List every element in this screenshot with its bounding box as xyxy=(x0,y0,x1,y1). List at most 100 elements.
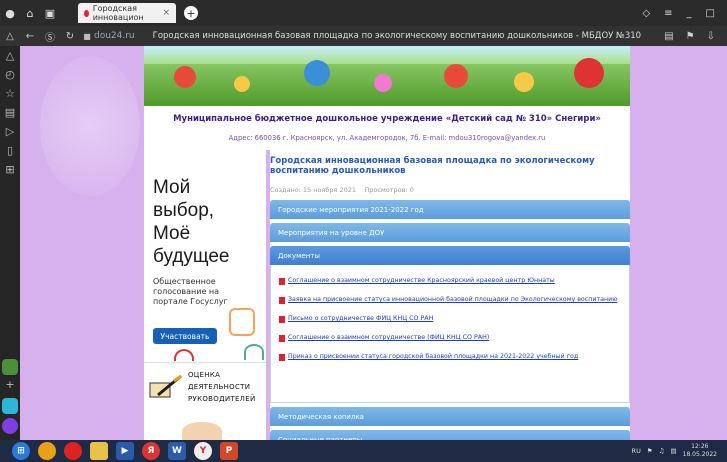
document-item: Соглашение о взаимном сотрудничестве (ФИ… xyxy=(279,334,621,342)
address-actions: ▤ ⚑ ⇩ xyxy=(664,31,727,42)
browser-tabbar: ● ⌂ ▣ Городская инновацион × + ◇ ≡ _ □ xyxy=(0,0,727,26)
alert-icon[interactable]: △ xyxy=(0,31,20,42)
document-link[interactable]: Соглашение о взаимном сотрудничестве Кра… xyxy=(288,277,555,285)
pdf-icon xyxy=(279,316,285,323)
promo-title-line: Мой xyxy=(153,177,191,198)
pdf-icon xyxy=(279,335,285,342)
document-item: Соглашение о взаимном сотрудничестве Кра… xyxy=(279,277,621,285)
eval-line: ДЕЯТЕЛЬНОСТИ xyxy=(188,383,251,391)
background-flower-decoration xyxy=(40,56,140,196)
document-link[interactable]: Приказ о присвоении статуса городской ба… xyxy=(288,353,578,361)
browser-sidebar: △ ◴ ☆ ▤ ▷ ▯ ⊞ + xyxy=(0,46,20,440)
history-icon[interactable]: ◴ xyxy=(5,65,15,84)
eval-line: РУКОВОДИТЕЛЕЙ xyxy=(188,395,256,403)
article-title[interactable]: Городская инновационная базовая площадка… xyxy=(270,156,630,176)
participate-button[interactable]: Участвовать xyxy=(153,328,217,344)
evaluation-text: ОЦЕНКА ДЕЯТЕЛЬНОСТИ РУКОВОДИТЕЛЕЙ xyxy=(188,369,256,405)
yandex-icon[interactable]: Ⓢ xyxy=(40,29,60,44)
add-app-icon[interactable]: + xyxy=(5,375,14,394)
lock-icon: ■ xyxy=(83,31,91,41)
notes-icon[interactable]: ▤ xyxy=(5,103,15,122)
chrome-icon[interactable] xyxy=(38,442,56,460)
accordion-partners[interactable]: Социальные партнеры xyxy=(270,430,630,440)
media-icon[interactable]: ▶ xyxy=(116,442,134,460)
network-icon[interactable]: ▤ xyxy=(670,447,676,455)
pdf-icon xyxy=(279,354,285,361)
url-page-title[interactable]: Городская инновационная базовая площадка… xyxy=(153,31,641,41)
app-purple-icon[interactable] xyxy=(2,418,18,434)
ballot-icon xyxy=(229,308,255,336)
accordion-dou-events[interactable]: Мероприятия на уровне ДОУ xyxy=(270,223,630,242)
site-banner xyxy=(144,46,630,106)
clock-time: 12:26 xyxy=(691,443,709,450)
org-name: Муниципальное бюджетное дошкольное учреж… xyxy=(173,114,601,124)
address-bar: △ ← Ⓢ ↻ ■ dou24.ru Городская инновационн… xyxy=(0,26,727,46)
reader-icon[interactable]: ▤ xyxy=(664,31,673,42)
yandex-browser-icon[interactable]: Я xyxy=(142,442,160,460)
menu-icon[interactable]: ≡ xyxy=(664,8,672,19)
clock-date: 18.05.2022 xyxy=(682,451,717,458)
promo-banner[interactable]: Мой выбор, Моё будущее xyxy=(153,176,266,268)
new-tab-button[interactable]: + xyxy=(184,6,198,20)
kids-image xyxy=(182,422,222,440)
flag-icon[interactable]: ⚑ xyxy=(647,447,653,455)
created-date: Создано: 15 ноября 2021 xyxy=(270,186,357,194)
minimize-button[interactable]: _ xyxy=(687,8,692,19)
evaluation-banner[interactable]: ОЦЕНКА ДЕЯТЕЛЬНОСТИ РУКОВОДИТЕЛЕЙ xyxy=(144,362,266,410)
profile-icon[interactable]: ● xyxy=(0,7,20,20)
volume-icon[interactable]: ♫ xyxy=(659,447,665,455)
opera-icon[interactable] xyxy=(64,442,82,460)
url-domain[interactable]: dou24.ru xyxy=(94,31,135,41)
clock[interactable]: 12:26 18.05.2022 xyxy=(683,443,717,459)
article: Городская инновационная базовая площадка… xyxy=(270,150,630,440)
person-icon xyxy=(244,344,264,360)
accordion: Городские мероприятия 2021-2022 год Меро… xyxy=(270,200,630,440)
eval-line: ОЦЕНКА xyxy=(188,371,221,379)
download-icon[interactable]: ⇩ xyxy=(707,31,715,42)
document-link[interactable]: Соглашение о взаимном сотрудничестве (ФИ… xyxy=(288,334,489,342)
article-meta: Создано: 15 ноября 2021 Просмотров: 0 xyxy=(270,186,630,194)
accordion-documents[interactable]: Документы xyxy=(270,246,630,265)
browser-tab[interactable]: Городская инновацион × xyxy=(78,3,176,23)
app-green-icon[interactable] xyxy=(2,359,18,375)
pdf-icon xyxy=(279,278,285,285)
close-tab-icon[interactable]: × xyxy=(162,8,170,18)
document-item: Приказ о присвоении статуса городской ба… xyxy=(279,353,621,361)
document-item: Заявка на присвоение статуса инновационн… xyxy=(279,296,621,304)
apps-icon[interactable]: ⊞ xyxy=(5,160,14,179)
accordion-methodical[interactable]: Методическая копилка xyxy=(270,407,630,426)
start-button[interactable]: ⊞ xyxy=(12,442,30,460)
alice-icon[interactable]: △ xyxy=(6,46,14,65)
back-button[interactable]: ← xyxy=(20,31,40,42)
site-favicon-icon xyxy=(84,9,89,17)
word-icon[interactable]: W xyxy=(168,442,186,460)
left-column: Мой выбор, Моё будущее Общественное голо… xyxy=(144,150,266,440)
bookmark-icon[interactable]: ◇ xyxy=(642,8,650,19)
reload-button[interactable]: ↻ xyxy=(60,31,80,42)
app-play-icon[interactable] xyxy=(2,398,18,414)
home-icon[interactable]: ⌂ xyxy=(20,7,40,20)
document-link[interactable]: Письмо о сотрудничестве ФИЦ КНЦ СО РАН xyxy=(288,315,433,323)
tabs-icon[interactable]: ▣ xyxy=(40,7,60,20)
accordion-city-events[interactable]: Городские мероприятия 2021-2022 год xyxy=(270,200,630,219)
yandex-icon[interactable]: Y xyxy=(194,442,212,460)
promo-title-line: Моё xyxy=(153,223,191,244)
promo-subtitle: Общественное голосование на портале Госу… xyxy=(153,277,228,306)
bookmark-flag-icon[interactable]: ⚑ xyxy=(686,31,695,42)
restore-button[interactable]: □ xyxy=(706,8,715,19)
pdf-icon xyxy=(279,297,285,304)
messenger-icon[interactable]: ▯ xyxy=(7,141,13,160)
powerpoint-icon[interactable]: P xyxy=(220,442,238,460)
play-icon[interactable]: ▷ xyxy=(6,122,14,141)
language-indicator[interactable]: RU xyxy=(632,447,641,455)
document-item: Письмо о сотрудничестве ФИЦ КНЦ СО РАН xyxy=(279,315,621,323)
window-controls: ◇ ≡ _ □ xyxy=(642,8,727,19)
favorites-icon[interactable]: ☆ xyxy=(5,84,15,103)
promo-title-line: будущее xyxy=(153,246,230,267)
folder-icon[interactable] xyxy=(90,442,108,460)
promo-title-line: выбор, xyxy=(153,200,215,221)
taskbar: ⊞ ▶ Я W Y P RU ⚑ ♫ ▤ 12:26 18.05.2022 xyxy=(0,440,727,462)
org-address: Адрес: 660036 г. Красноярск, ул. Академг… xyxy=(228,134,546,142)
page-viewport: Муниципальное бюджетное дошкольное учреж… xyxy=(20,46,727,440)
document-link[interactable]: Заявка на присвоение статуса инновационн… xyxy=(288,296,618,304)
